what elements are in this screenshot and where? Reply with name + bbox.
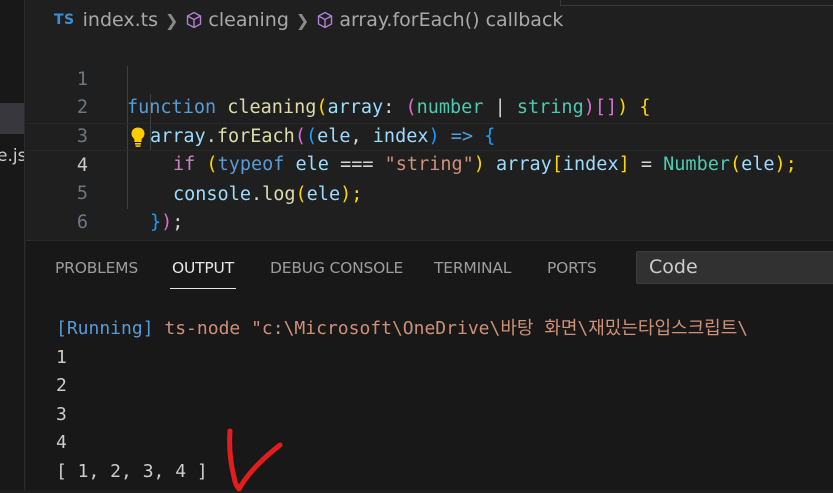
- running-tag: [Running]: [56, 318, 154, 339]
- code-line[interactable]: 5 });: [26, 151, 833, 233]
- breadcrumb-symbol-callback[interactable]: array.forEach() callback: [316, 9, 563, 31]
- tab-problems[interactable]: PROBLEMS: [55, 259, 138, 277]
- active-tab-indicator: [170, 288, 236, 289]
- tab-output[interactable]: OUTPUT: [172, 259, 234, 277]
- code-line[interactable]: 7 }: [26, 209, 833, 290]
- output-line: 2: [56, 375, 67, 397]
- bottom-panel: PROBLEMS OUTPUT DEBUG CONSOLE TERMINAL P…: [26, 240, 833, 492]
- tab-ports[interactable]: PORTS: [547, 259, 597, 277]
- output-line: 4: [56, 432, 67, 454]
- breadcrumb-file[interactable]: index.ts: [83, 9, 158, 31]
- method-cube-icon: [318, 11, 333, 29]
- output-line: [ 1, 2, 3, 4 ]: [56, 460, 208, 482]
- output-line: 3: [56, 403, 67, 425]
- code-line[interactable]: 2 array.forEach((ele, index) => {: [26, 66, 833, 147]
- code-line-current[interactable]: 4 console.log(ele);: [26, 122, 833, 205]
- red-check-annotation: [227, 428, 283, 492]
- sidebar-file-label[interactable]: e.js: [0, 146, 24, 166]
- code-line[interactable]: 6 return array;: [26, 180, 833, 262]
- code-line[interactable]: 3 if (typeof ele === "string") array[ind…: [26, 94, 833, 176]
- chevron-right-icon: ❯: [165, 10, 179, 30]
- method-cube-icon: [187, 11, 202, 29]
- sidebar-active-file[interactable]: [0, 103, 24, 134]
- breadcrumb: TS index.ts ❯ cleaning ❯ array.forEach()…: [26, 0, 833, 40]
- typescript-file-icon: TS: [54, 12, 75, 28]
- tab-terminal[interactable]: TERMINAL: [434, 259, 511, 277]
- output-content[interactable]: [Running] ts-node "c:\Microsoft\OneDrive…: [56, 315, 833, 487]
- output-channel-select[interactable]: Code: [636, 251, 833, 284]
- lightbulb-icon[interactable]: [130, 126, 146, 148]
- code-editor[interactable]: 1 function cleaning(array: (number | str…: [26, 37, 833, 290]
- output-line: [Running] ts-node "c:\Microsoft\OneDrive…: [56, 315, 833, 344]
- sidebar-edge: e.js: [0, 0, 25, 490]
- code-line[interactable]: 1 function cleaning(array: (number | str…: [26, 37, 833, 119]
- panel-tabs: PROBLEMS OUTPUT DEBUG CONSOLE TERMINAL P…: [26, 241, 833, 297]
- chevron-right-icon: ❯: [295, 10, 310, 30]
- breadcrumb-symbol-label: cleaning: [208, 9, 289, 31]
- breadcrumb-symbol-label: array.forEach() callback: [339, 9, 564, 31]
- running-command: ts-node "c:\Microsoft\OneDrive\바탕 화면\재밌는…: [153, 318, 749, 339]
- output-line: 1: [56, 346, 67, 368]
- breadcrumb-symbol-cleaning[interactable]: cleaning: [185, 9, 289, 31]
- tab-debug-console[interactable]: DEBUG CONSOLE: [270, 259, 403, 277]
